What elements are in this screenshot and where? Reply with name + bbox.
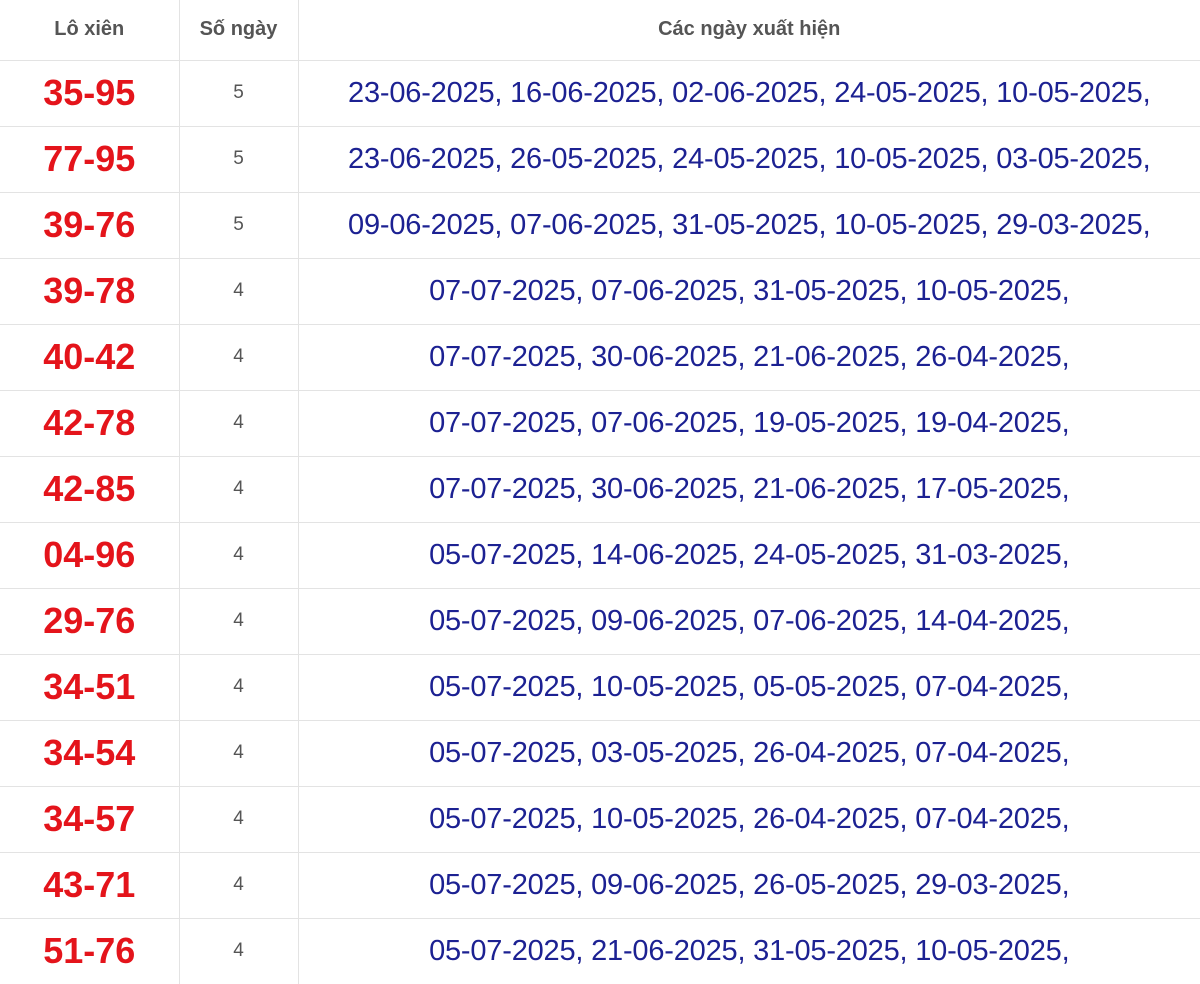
header-row: Lô xiên Số ngày Các ngày xuất hiện (0, 0, 1200, 61)
days-count-cell: 4 (179, 390, 299, 457)
pair-cell: 29-76 (0, 588, 180, 655)
table-row: 40-42 4 07-07-2025, 30-06-2025, 21-06-20… (0, 324, 1200, 391)
table-row: 04-96 4 05-07-2025, 14-06-2025, 24-05-20… (0, 522, 1200, 589)
pair-cell: 77-95 (0, 126, 180, 193)
pair-cell: 39-78 (0, 258, 180, 325)
pair-cell: 34-51 (0, 654, 180, 721)
days-count-cell: 4 (179, 918, 299, 984)
dates-cell: 05-07-2025, 03-05-2025, 26-04-2025, 07-0… (298, 720, 1200, 787)
table-row: 34-51 4 05-07-2025, 10-05-2025, 05-05-20… (0, 654, 1200, 721)
days-count-cell: 4 (179, 324, 299, 391)
days-count-cell: 4 (179, 522, 299, 589)
header-lo-xien: Lô xiên (0, 0, 180, 61)
table-header: Lô xiên Số ngày Các ngày xuất hiện (0, 0, 1200, 61)
days-count-cell: 4 (179, 654, 299, 721)
pair-cell: 39-76 (0, 192, 180, 259)
dates-cell: 09-06-2025, 07-06-2025, 31-05-2025, 10-0… (298, 192, 1200, 259)
table-row: 34-54 4 05-07-2025, 03-05-2025, 26-04-20… (0, 720, 1200, 787)
table-row: 42-85 4 07-07-2025, 30-06-2025, 21-06-20… (0, 456, 1200, 523)
table-row: 51-76 4 05-07-2025, 21-06-2025, 31-05-20… (0, 918, 1200, 984)
pair-cell: 34-57 (0, 786, 180, 853)
pair-cell: 35-95 (0, 60, 180, 127)
dates-cell: 05-07-2025, 09-06-2025, 07-06-2025, 14-0… (298, 588, 1200, 655)
lo-xien-stats-table: Lô xiên Số ngày Các ngày xuất hiện 35-95… (0, 0, 1200, 984)
days-count-cell: 5 (179, 126, 299, 193)
table-row: 42-78 4 07-07-2025, 07-06-2025, 19-05-20… (0, 390, 1200, 457)
dates-cell: 23-06-2025, 16-06-2025, 02-06-2025, 24-0… (298, 60, 1200, 127)
dates-cell: 05-07-2025, 10-05-2025, 05-05-2025, 07-0… (298, 654, 1200, 721)
table-row: 29-76 4 05-07-2025, 09-06-2025, 07-06-20… (0, 588, 1200, 655)
header-cac-ngay-xuat-hien: Các ngày xuất hiện (298, 0, 1200, 61)
dates-cell: 05-07-2025, 14-06-2025, 24-05-2025, 31-0… (298, 522, 1200, 589)
table-row: 39-76 5 09-06-2025, 07-06-2025, 31-05-20… (0, 192, 1200, 259)
pair-cell: 42-78 (0, 390, 180, 457)
dates-cell: 07-07-2025, 07-06-2025, 31-05-2025, 10-0… (298, 258, 1200, 325)
table-body: 35-95 5 23-06-2025, 16-06-2025, 02-06-20… (0, 60, 1200, 984)
pair-cell: 04-96 (0, 522, 180, 589)
days-count-cell: 5 (179, 60, 299, 127)
dates-cell: 05-07-2025, 09-06-2025, 26-05-2025, 29-0… (298, 852, 1200, 919)
table-row: 35-95 5 23-06-2025, 16-06-2025, 02-06-20… (0, 60, 1200, 127)
pair-cell: 34-54 (0, 720, 180, 787)
pair-cell: 40-42 (0, 324, 180, 391)
dates-cell: 05-07-2025, 10-05-2025, 26-04-2025, 07-0… (298, 786, 1200, 853)
pair-cell: 51-76 (0, 918, 180, 984)
days-count-cell: 4 (179, 786, 299, 853)
pair-cell: 43-71 (0, 852, 180, 919)
header-so-ngay: Số ngày (179, 0, 299, 61)
days-count-cell: 5 (179, 192, 299, 259)
days-count-cell: 4 (179, 588, 299, 655)
days-count-cell: 4 (179, 720, 299, 787)
table-row: 39-78 4 07-07-2025, 07-06-2025, 31-05-20… (0, 258, 1200, 325)
dates-cell: 07-07-2025, 30-06-2025, 21-06-2025, 26-0… (298, 324, 1200, 391)
table-row: 77-95 5 23-06-2025, 26-05-2025, 24-05-20… (0, 126, 1200, 193)
dates-cell: 07-07-2025, 07-06-2025, 19-05-2025, 19-0… (298, 390, 1200, 457)
dates-cell: 05-07-2025, 21-06-2025, 31-05-2025, 10-0… (429, 934, 1070, 967)
days-count-cell: 4 (179, 852, 299, 919)
days-count-cell: 4 (179, 258, 299, 325)
dates-cell: 07-07-2025, 30-06-2025, 21-06-2025, 17-0… (298, 456, 1200, 523)
days-count-cell: 4 (179, 456, 299, 523)
pair-cell: 42-85 (0, 456, 180, 523)
dates-cell: 23-06-2025, 26-05-2025, 24-05-2025, 10-0… (298, 126, 1200, 193)
table-row: 34-57 4 05-07-2025, 10-05-2025, 26-04-20… (0, 786, 1200, 853)
table-row: 43-71 4 05-07-2025, 09-06-2025, 26-05-20… (0, 852, 1200, 919)
